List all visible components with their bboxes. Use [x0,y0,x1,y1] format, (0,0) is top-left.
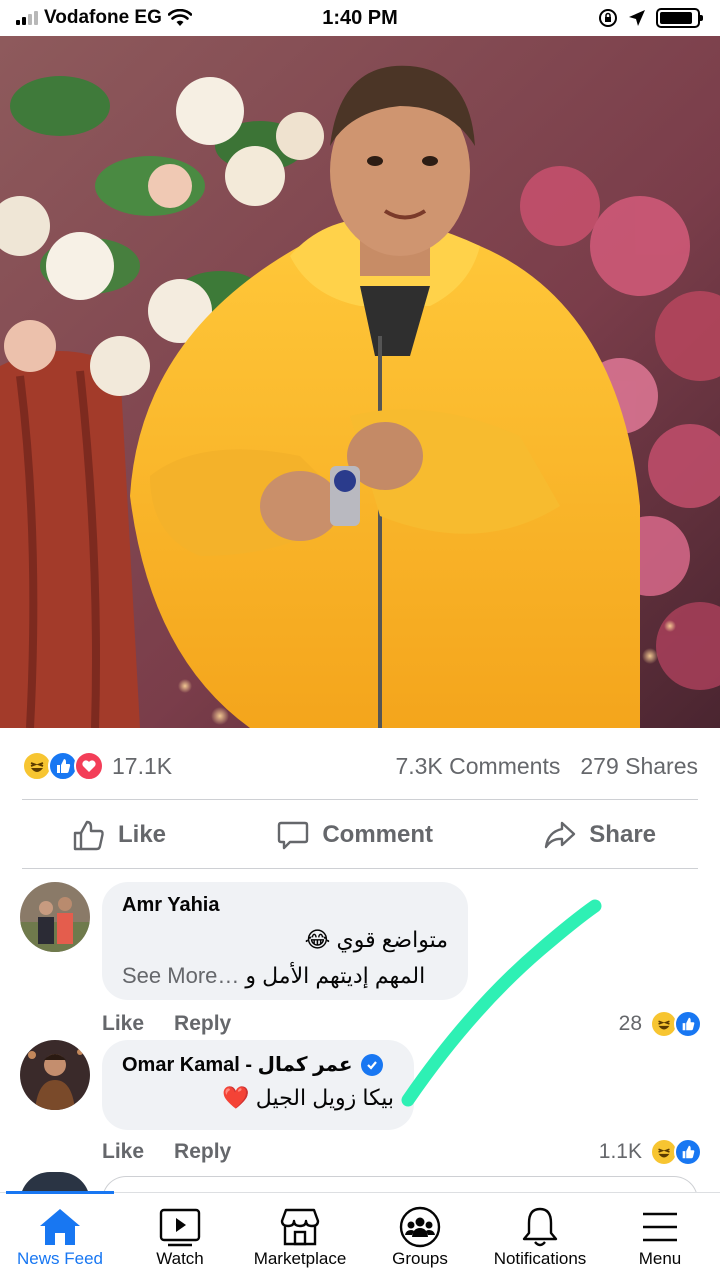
comment-meta: Like Reply 1.1K [102,1138,702,1166]
like-button[interactable]: Like [72,818,166,852]
tab-groups[interactable]: Groups [360,1193,480,1280]
comment-reaction-summary[interactable]: 28 [618,1010,702,1038]
comment-author[interactable]: Amr Yahia [122,894,448,917]
comment-like-link[interactable]: Like [102,1140,144,1164]
rotation-lock-icon [599,9,617,27]
tab-label: Groups [392,1249,448,1268]
comment-bubble[interactable]: Omar Kamal - عمر كمال بيكا زويل الجيل ❤️ [102,1040,414,1130]
post-photo-illustration [0,36,720,728]
like-button-label: Like [118,821,167,848]
engagement-counts: 7.3K Comments 279 Shares [395,753,698,780]
share-arrow-icon [545,821,576,849]
comments-count-link[interactable]: 7.3K Comments [395,753,560,780]
divider-bottom [22,868,698,869]
watch-icon [159,1208,201,1247]
battery-icon [656,8,703,28]
tab-label: Watch [156,1249,204,1268]
comment-reply-link[interactable]: Reply [174,1140,231,1164]
comment-like-link[interactable]: Like [102,1012,144,1036]
bottom-tab-bar: News Feed Watch Marketplace Groups Notif… [0,1191,720,1280]
marketplace-icon [280,1208,320,1246]
comment-reaction-count: 28 [618,1012,642,1035]
love-reaction-icon [74,751,104,781]
verified-badge-icon [360,1053,383,1076]
like-reaction-icon [674,1010,702,1038]
comment-text-line1: متواضع قوي 😂 [304,927,448,952]
avatar[interactable] [20,882,90,952]
status-right [598,8,703,28]
comment-text-line1: بيكا زويل الجيل ❤️ [222,1085,394,1110]
divider-top [22,799,698,800]
groups-icon [399,1206,441,1248]
tab-notifications[interactable]: Notifications [480,1193,600,1280]
status-bar: Vodafone EG 1:40 PM [0,0,720,36]
tab-menu[interactable]: Menu [600,1193,720,1280]
like-reaction-icon [674,1138,702,1166]
reaction-summary[interactable]: 17.1K [22,751,172,781]
comment-reply-link[interactable]: Reply [174,1012,231,1036]
tab-label: Notifications [493,1249,587,1268]
comment-bubble-icon [278,821,309,850]
carrier-name: Vodafone EG [44,7,162,28]
tab-news-feed[interactable]: News Feed [0,1191,120,1280]
comment-author[interactable]: Omar Kamal - عمر كمال [122,1052,353,1077]
post-photo[interactable] [0,36,720,728]
avatar[interactable] [20,1040,90,1110]
comment-button-label: Comment [322,821,433,848]
reaction-summary-row: 17.1K 7.3K Comments 279 Shares [22,746,698,786]
home-icon [40,1209,80,1245]
see-more-link[interactable]: See More… [122,963,239,989]
tab-label: News Feed [17,1249,103,1268]
reaction-count: 17.1K [112,752,173,779]
comment-author-row: Omar Kamal - عمر كمال [122,1052,394,1077]
share-button[interactable]: Share [543,818,656,852]
shares-count-link[interactable]: 279 Shares [580,753,698,780]
tab-watch[interactable]: Watch [120,1193,240,1280]
wifi-icon [167,9,192,26]
location-arrow-icon [629,10,645,26]
tab-marketplace[interactable]: Marketplace [240,1193,360,1280]
tab-label: Menu [638,1249,682,1268]
comment-reaction-count: 1.1K [598,1140,642,1163]
comment-meta: Like Reply 28 [102,1010,702,1038]
comment-button[interactable]: Comment [276,818,433,852]
comment-reaction-summary[interactable]: 1.1K [598,1138,702,1166]
bell-icon [522,1207,558,1247]
comment-text-line2-text: المهم إديتهم الأمل و [245,963,426,988]
signal-strength-icon [16,11,38,25]
battery-level [660,12,693,24]
menu-icon [643,1212,677,1242]
share-button-label: Share [589,821,656,848]
thumbs-up-icon [73,820,104,851]
tab-label: Marketplace [253,1249,347,1268]
comment-bubble[interactable]: Amr Yahia متواضع قوي 😂 See More… المهم إ… [102,882,468,1000]
status-left: Vodafone EG [16,7,192,29]
post-actions: Like Comment Share [22,804,698,866]
comment-text-line2: See More… المهم إديتهم الأمل و [122,963,448,989]
